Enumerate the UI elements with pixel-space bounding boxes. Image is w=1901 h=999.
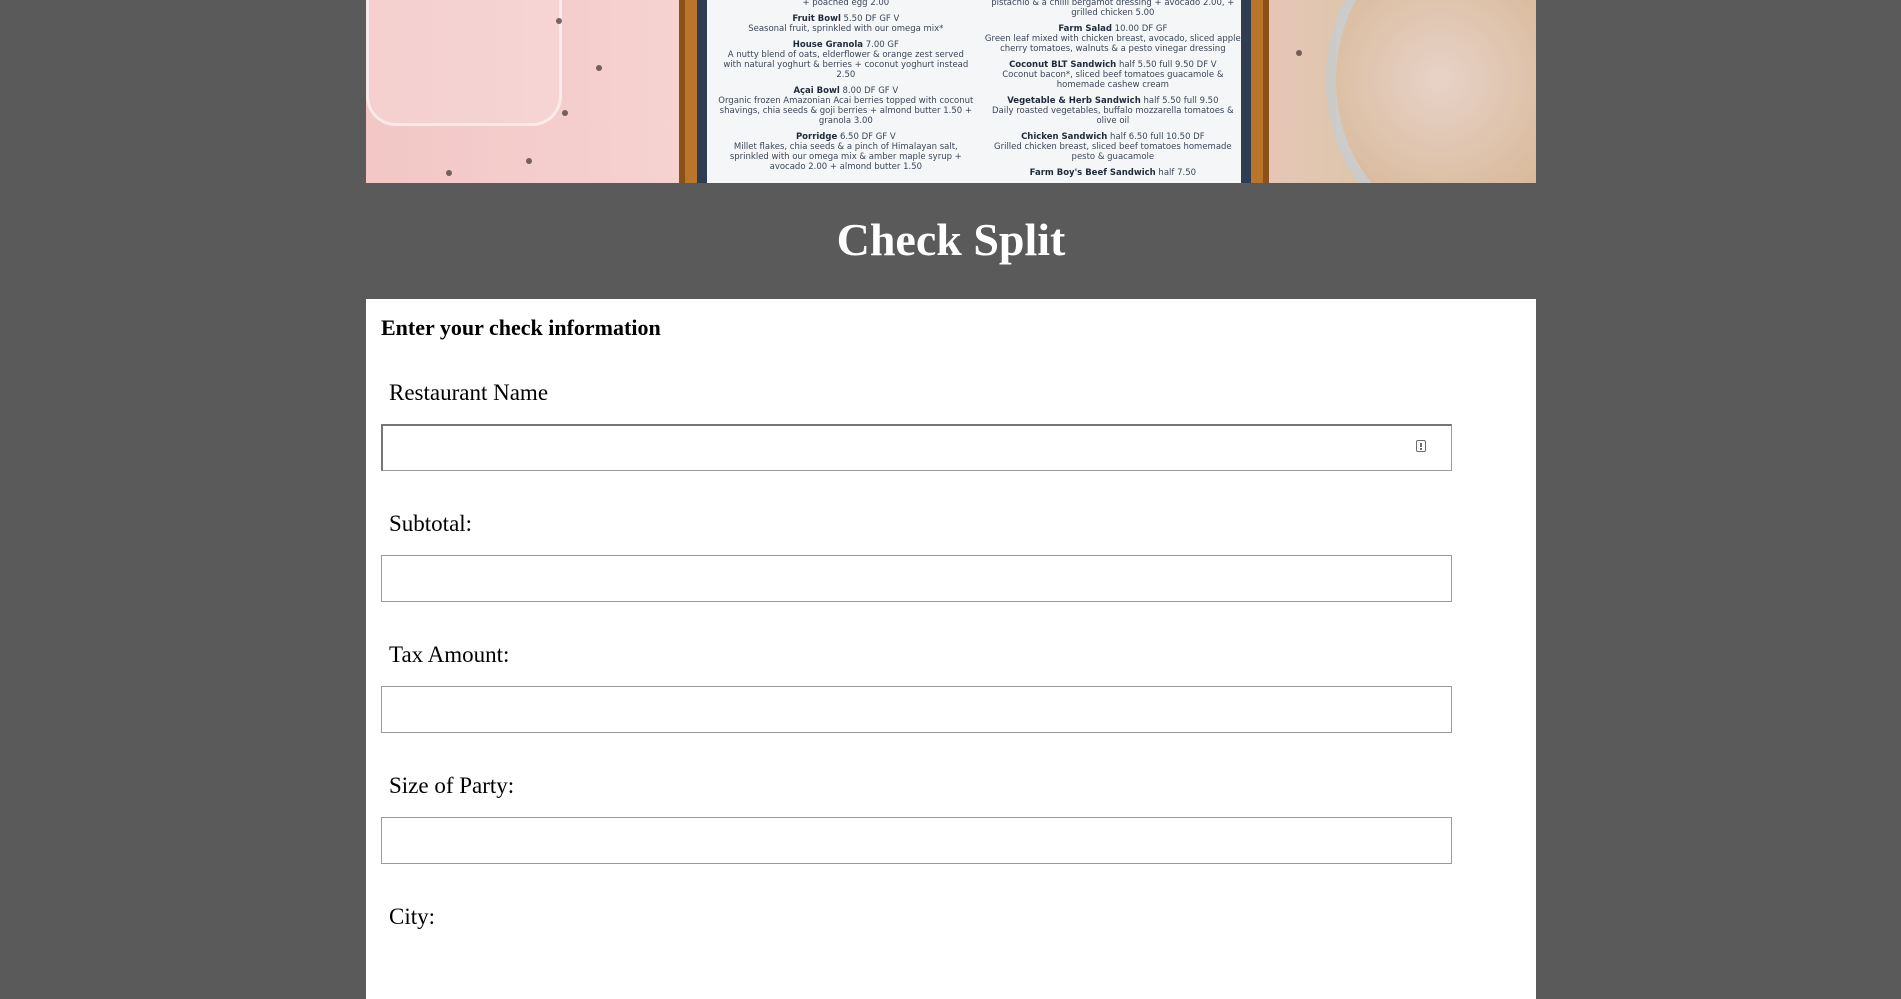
party-size-label: Size of Party: [389,773,515,798]
menu-item-price: half 6.50 full 10.50 DF [1107,132,1205,142]
menu-item: Coconut BLT Sandwich half 5.50 full 9.50… [985,60,1241,90]
menu-item: Farm Boy's Beef Sandwich half 7.50 [985,168,1241,178]
menu-item-price: 10.00 DF GF [1111,24,1168,34]
subtotal-label: Subtotal: [389,511,473,536]
plate [1326,0,1536,183]
table-speck [562,110,568,116]
menu-item: Farm Salad 10.00 DF GF Green leaf mixed w… [985,24,1241,54]
page-title: Check Split [836,214,1066,265]
menu-item: + poached egg 2.00 [718,0,974,8]
form-heading: Enter your check information [381,315,661,340]
menu-item-name: Açai Bowl [793,86,840,96]
tax-amount-input[interactable] [381,686,1452,733]
menu-item-name: Farm Salad [1058,24,1112,34]
menu-board: + poached egg 2.00 Fruit Bowl 5.50 DF GF … [679,0,1269,183]
menu-item: pistachio & a chilli bergamot dressing +… [985,0,1241,18]
tax-amount-label: Tax Amount: [389,642,510,667]
menu-item-name: Fruit Bowl [792,14,841,24]
menu-item-name: Farm Boy's Beef Sandwich [1029,168,1156,178]
menu-item-price: 8.00 DF GF V [839,86,899,96]
menu-item-description: A nutty blend of oats, elderflower & ora… [723,50,969,80]
menu-item-price: half 5.50 full 9.50 DF V [1116,60,1217,70]
menu-item-price: half 5.50 full 9.50 [1140,96,1219,106]
menu-item-description: + poached egg 2.00 [802,0,890,8]
menu-item-name: House Granola [792,40,864,50]
menu-item-price: 7.00 GF [863,40,899,50]
menu-item: House Granola 7.00 GF A nutty blend of oa… [718,40,974,80]
menu-item-description: Daily roasted vegetables, buffalo mozzar… [991,106,1234,126]
table-speck [556,18,562,24]
menu-item-name: Vegetable & Herb Sandwich [1007,96,1141,106]
menu-item-price: half 7.50 [1155,168,1197,178]
menu-item: Porridge 6.50 DF GF V Millet flakes, chia… [718,132,974,172]
table-speck [596,65,602,71]
menu-item-description: Grilled chicken breast, sliced beef toma… [994,142,1232,162]
subtotal-input[interactable] [381,555,1452,602]
menu-item: Fruit Bowl 5.50 DF GF V Seasonal fruit, s… [718,14,974,34]
menu-item: Chicken Sandwich half 6.50 full 10.50 DF… [985,132,1241,162]
check-form: Enter your check information Restaurant … [366,299,1536,999]
hero-image: + poached egg 2.00 Fruit Bowl 5.50 DF GF … [366,0,1536,183]
menu-item-name: Chicken Sandwich [1021,132,1108,142]
party-size-input[interactable] [381,817,1452,864]
water-glass [366,0,562,126]
menu-item: Vegetable & Herb Sandwich half 5.50 full… [985,96,1241,126]
restaurant-name-label: Restaurant Name [389,380,549,405]
menu-item-description: pistachio & a chilli bergamot dressing +… [991,0,1235,18]
menu-item-name: Coconut BLT Sandwich [1009,60,1117,70]
menu-item-description: Coconut bacon*, sliced beef tomatoes gua… [1002,70,1224,90]
autofill-icon[interactable] [1416,440,1426,452]
menu-item: Açai Bowl 8.00 DF GF V Organic frozen Ama… [718,86,974,126]
menu-column-right: pistachio & a chilli bergamot dressing +… [985,0,1241,183]
menu-item-price: 6.50 DF GF V [837,132,896,142]
menu-item-description: Organic frozen Amazonian Acai berries to… [718,96,974,126]
menu-item-name: Porridge [795,132,838,142]
table-speck [526,158,532,164]
city-label: City: [389,904,436,929]
menu-item-price: 5.50 DF GF V [840,14,900,24]
table-speck [446,170,452,176]
menu-item-description: Millet flakes, chia seeds & a pinch of H… [729,142,962,172]
menu-item-description: Seasonal fruit, sprinkled with our omega… [748,24,944,34]
menu-column-left: + poached egg 2.00 Fruit Bowl 5.50 DF GF … [718,0,974,178]
menu-paper: + poached egg 2.00 Fruit Bowl 5.50 DF GF … [707,0,1241,183]
menu-item-description: Green leaf mixed with chicken breast, av… [984,34,1241,54]
restaurant-name-input[interactable] [381,424,1452,471]
table-speck [1296,50,1302,56]
